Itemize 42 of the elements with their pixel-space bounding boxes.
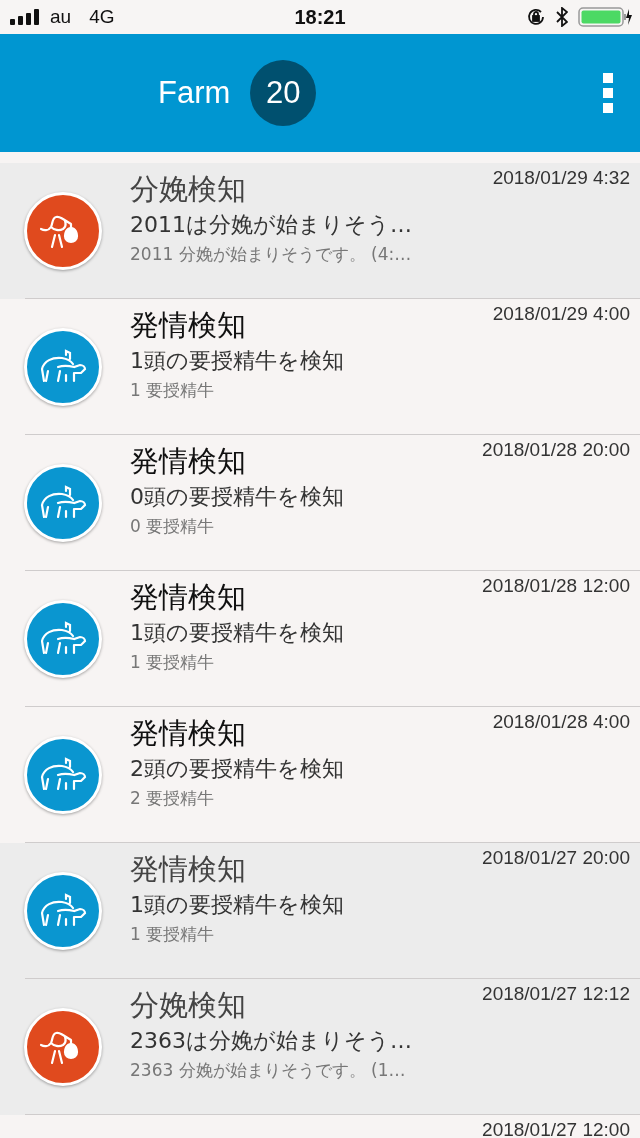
notification-summary: 1頭の要授精牛を検知 [130,347,344,375]
clock: 18:21 [294,5,346,29]
notification-time: 2018/01/28 12:00 [482,575,630,597]
notification-time: 2018/01/29 4:32 [492,167,630,189]
notification-detail: 1 要授精牛 [130,379,215,402]
notification-detail: 2 要授精牛 [130,787,215,810]
notification-title: 発情検知 [130,715,246,752]
signal-icon [10,9,40,25]
notification-detail: 0 要授精牛 [130,515,215,538]
notification-detail: 1 要授精牛 [130,923,215,946]
notification-time: 2018/01/27 12:00 [482,1119,630,1138]
notification-summary: 1頭の要授精牛を検知 [130,891,344,919]
notification-detail: 2011 分娩が始まりそうです。 (4:… [130,243,412,266]
notification-detail: 1 要授精牛 [130,651,215,674]
notification-row[interactable]: 分娩検知 2011は分娩が始まりそう… 2011 分娩が始まりそうです。 (4:… 2018/01/29 4:32 [0,163,640,299]
battery-icon [578,7,632,27]
notification-summary: 0頭の要授精牛を検知 [130,483,344,511]
notification-row[interactable]: 分娩検知 2363は分娩が始まりそう… 2363 分娩が始まりそうです。 (1… 2018/01/27 12:12 [0,979,640,1115]
notification-row[interactable]: 発情検知 1頭の要授精牛を検知 1 要授精牛 2018/01/27 20:00 [0,843,640,979]
notification-title: 分娩検知 [130,171,246,208]
notification-title: 発情検知 [130,851,246,888]
notification-summary: 2頭の要授精牛を検知 [130,755,344,783]
network-type: 4G [89,6,115,28]
notification-summary: 1頭の要授精牛を検知 [130,619,344,647]
menu-button[interactable] [602,73,614,113]
notification-time: 2018/01/28 20:00 [482,439,630,461]
bluetooth-icon [556,7,568,27]
notification-title: 分娩検知 [130,987,246,1024]
notification-time: 2018/01/28 4:00 [492,711,630,733]
notification-time: 2018/01/29 4:00 [492,303,630,325]
notification-title: 発情検知 [130,579,246,616]
notification-time: 2018/01/27 12:12 [482,983,630,1005]
notification-summary: 2363は分娩が始まりそう… [130,1027,412,1055]
notification-summary: 2011は分娩が始まりそう… [130,211,412,239]
notification-count: 20 [250,60,317,126]
notification-title: 発情検知 [130,307,246,344]
rotation-lock-icon [526,7,546,27]
notification-title: 発情検知 [130,443,246,480]
farm-title: Farm [158,75,231,111]
carrier-name: au [50,6,72,28]
notification-detail: 2363 分娩が始まりそうです。 (1… [130,1059,406,1082]
notification-time: 2018/01/27 20:00 [482,847,630,869]
